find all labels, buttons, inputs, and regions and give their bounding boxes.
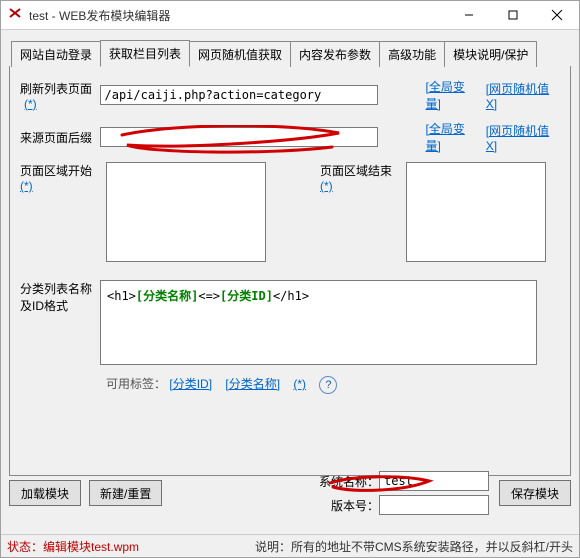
tab-category-list[interactable]: 获取栏目列表 bbox=[100, 40, 190, 67]
refresh-star-link[interactable]: (*) bbox=[24, 97, 37, 111]
source-label: 来源页面后缀 bbox=[20, 129, 100, 146]
area-start-input[interactable] bbox=[106, 162, 266, 262]
format-name-token: [分类名称] bbox=[136, 289, 198, 303]
available-tags-row: 可用标签： [分类ID] [分类名称] (*) ? bbox=[106, 375, 560, 394]
status-state-value: 编辑模块test.wpm bbox=[43, 540, 139, 554]
titlebar: test - WEB发布模块编辑器 bbox=[1, 1, 579, 30]
bottom-bar: 加载模块 新建/重置 系统名称： 版本号： 保存模块 bbox=[9, 471, 571, 531]
source-random-link[interactable]: [网页随机值X] bbox=[486, 122, 560, 153]
help-icon[interactable]: ? bbox=[319, 376, 337, 394]
system-name-label: 系统名称： bbox=[319, 473, 379, 490]
source-suffix-input[interactable] bbox=[100, 127, 378, 147]
format-suffix: </h1> bbox=[273, 289, 309, 303]
format-prefix: <h1> bbox=[107, 289, 136, 303]
tag-star-link[interactable]: (*) bbox=[293, 377, 306, 391]
system-name-input[interactable] bbox=[379, 471, 489, 491]
available-tags-label: 可用标签： bbox=[106, 377, 166, 391]
area-end-label: 页面区域结束 (*) bbox=[320, 162, 400, 262]
format-input[interactable]: <h1>[分类名称]<=>[分类ID]</h1> bbox=[100, 280, 537, 365]
window-title: test - WEB发布模块编辑器 bbox=[29, 7, 447, 24]
tab-advanced[interactable]: 高级功能 bbox=[379, 41, 445, 67]
format-id-token: [分类ID] bbox=[220, 289, 273, 303]
tab-random-value[interactable]: 网页随机值获取 bbox=[189, 41, 291, 67]
area-end-star-link[interactable]: (*) bbox=[320, 179, 333, 193]
tag-id-link[interactable]: [分类ID] bbox=[169, 377, 212, 391]
version-label: 版本号： bbox=[331, 497, 379, 514]
status-hint: 说明：所有的地址不带CMS系统安装路径，并以反斜杠/开头 bbox=[255, 538, 573, 555]
area-start-label: 页面区域开始 (*) bbox=[20, 162, 100, 262]
refresh-url-input[interactable] bbox=[100, 85, 378, 105]
source-global-var-link[interactable]: [全局变量] bbox=[426, 120, 480, 154]
status-state: 状态：编辑模块test.wpm bbox=[7, 538, 139, 555]
refresh-label-text: 刷新列表页面 bbox=[20, 82, 92, 96]
area-start-star-link[interactable]: (*) bbox=[20, 179, 33, 193]
status-hint-label: 说明： bbox=[255, 540, 291, 554]
tab-module-info[interactable]: 模块说明/保护 bbox=[444, 41, 537, 67]
status-state-label: 状态： bbox=[7, 540, 43, 554]
tag-name-link[interactable]: [分类名称] bbox=[225, 377, 280, 391]
minimize-button[interactable] bbox=[447, 1, 491, 29]
save-module-button[interactable]: 保存模块 bbox=[499, 480, 571, 506]
tab-publish-params[interactable]: 内容发布参数 bbox=[290, 41, 380, 67]
maximize-button[interactable] bbox=[491, 1, 535, 29]
new-reset-button[interactable]: 新建/重置 bbox=[89, 480, 162, 506]
area-start-label-text: 页面区域开始 bbox=[20, 164, 92, 178]
load-module-button[interactable]: 加载模块 bbox=[9, 480, 81, 506]
format-label: 分类列表名称及ID格式 bbox=[20, 280, 100, 314]
status-hint-value: 所有的地址不带CMS系统安装路径，并以反斜杠/开头 bbox=[291, 540, 573, 554]
status-bar: 状态：编辑模块test.wpm 说明：所有的地址不带CMS系统安装路径，并以反斜… bbox=[1, 534, 579, 557]
refresh-random-link[interactable]: [网页随机值X] bbox=[486, 80, 560, 111]
refresh-label: 刷新列表页面 (*) bbox=[20, 80, 100, 111]
format-sep: <=> bbox=[198, 289, 220, 303]
refresh-global-var-link[interactable]: [全局变量] bbox=[426, 78, 480, 112]
tab-strip: 网站自动登录 获取栏目列表 网页随机值获取 内容发布参数 高级功能 模块说明/保… bbox=[11, 42, 571, 66]
area-end-label-text: 页面区域结束 bbox=[320, 164, 392, 178]
area-end-input[interactable] bbox=[406, 162, 546, 262]
app-icon bbox=[7, 7, 23, 23]
tab-auto-login[interactable]: 网站自动登录 bbox=[11, 41, 101, 67]
close-button[interactable] bbox=[535, 1, 579, 29]
tab-panel: 刷新列表页面 (*) [全局变量] [网页随机值X] 来源页面后缀 [全局变量]… bbox=[9, 66, 571, 476]
version-input[interactable] bbox=[379, 495, 489, 515]
